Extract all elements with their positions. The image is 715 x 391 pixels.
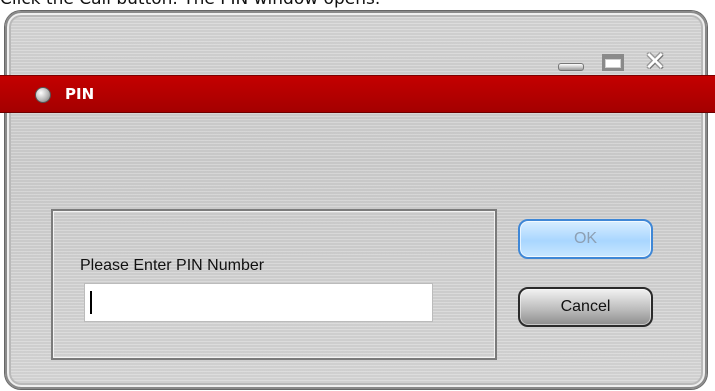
instruction-caption: Click the Call button. The PIN window op… (0, 0, 715, 10)
maximize-button[interactable] (599, 51, 627, 73)
dialog-title-bar: PIN (0, 75, 715, 113)
cancel-button[interactable]: Cancel (518, 287, 653, 327)
close-button[interactable]: ✕ (641, 47, 669, 77)
maximize-icon (602, 53, 624, 71)
ok-button[interactable]: OK (518, 219, 653, 259)
pin-prompt-label: Please Enter PIN Number (80, 257, 265, 274)
window-controls: ✕ (557, 49, 669, 75)
text-cursor (90, 291, 92, 314)
dialog-title: PIN (65, 85, 95, 103)
close-icon: ✕ (644, 47, 666, 77)
pin-input[interactable] (84, 283, 433, 322)
status-indicator-icon (35, 87, 51, 103)
minimize-icon (558, 63, 584, 71)
minimize-button[interactable] (557, 51, 585, 73)
